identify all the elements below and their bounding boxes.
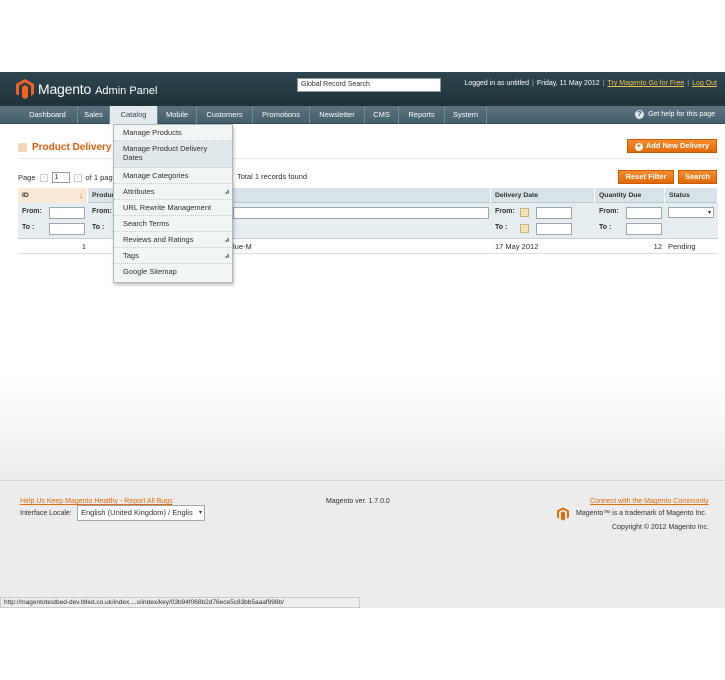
col-quantity-due[interactable]: Quantity Due	[595, 188, 665, 203]
add-new-delivery-label: Add New Delivery	[645, 141, 710, 150]
col-status[interactable]: Status	[665, 188, 718, 203]
nav-system[interactable]: System	[445, 106, 487, 124]
page-title: Product Delivery D	[32, 142, 122, 153]
product-to-label: To :	[92, 224, 105, 231]
nav-sales[interactable]: Sales	[78, 106, 110, 124]
submenu-arrow-icon: ◢	[224, 237, 229, 243]
menu-reviews-label: Reviews and Ratings	[123, 235, 194, 244]
chevron-down-icon: ▾	[707, 210, 711, 216]
try-magento-go-link[interactable]: Try Magento Go for Free	[607, 80, 684, 87]
calendar-icon[interactable]	[520, 208, 529, 217]
global-search-input[interactable]: Global Record Search	[297, 78, 441, 92]
page-title-icon	[18, 143, 27, 152]
menu-attributes-label: Attributes	[123, 187, 155, 196]
nav-newsletter[interactable]: Newsletter	[310, 106, 365, 124]
nav-dashboard[interactable]: Dashboard	[18, 106, 78, 124]
date-to-input[interactable]	[536, 223, 572, 235]
menu-manage-product-delivery-dates[interactable]: Manage Product Delivery Dates	[114, 141, 232, 168]
submenu-arrow-icon: ◢	[224, 189, 229, 195]
page-fade	[0, 380, 725, 480]
add-new-delivery-button[interactable]: + Add New Delivery	[627, 139, 717, 153]
magento-footer-logo-icon	[557, 507, 569, 521]
nav-mobile[interactable]: Mobile	[158, 106, 197, 124]
date-to-label: To :	[495, 224, 508, 231]
menu-manage-products[interactable]: Manage Products	[114, 125, 232, 141]
magento-logo[interactable]: Magento Admin Panel	[16, 77, 157, 101]
community-link[interactable]: Connect with the Magento Community	[590, 498, 709, 505]
nav-cms[interactable]: CMS	[365, 106, 399, 124]
pager-label: Page	[18, 173, 36, 182]
help-icon: ?	[635, 110, 645, 119]
menu-url-rewrite[interactable]: URL Rewrite Management	[114, 200, 232, 216]
reset-filter-button[interactable]: Reset Filter	[618, 170, 674, 184]
nav-catalog[interactable]: Catalog	[110, 106, 158, 124]
nav-customers[interactable]: Customers	[197, 106, 253, 124]
menu-google-sitemap[interactable]: Google Sitemap	[114, 264, 232, 279]
chevron-down-icon: ▾	[198, 510, 202, 516]
cell-delivery-date: 17 May 2012	[495, 242, 539, 251]
search-button[interactable]: Search	[678, 170, 717, 184]
trademark-text: Magento™ is a trademark of Magento Inc.	[576, 510, 707, 517]
id-to-input[interactable]	[49, 223, 85, 235]
menu-attributes[interactable]: Attributes ◢	[114, 184, 232, 200]
col-id-label: ID	[22, 192, 29, 199]
qty-from-input[interactable]	[626, 207, 662, 219]
menu-reviews-ratings[interactable]: Reviews and Ratings ◢	[114, 232, 232, 248]
calendar-icon[interactable]	[520, 224, 529, 233]
version-text: Magento ver. 1.7.0.0	[326, 498, 390, 505]
status-filter-select[interactable]: ▾	[668, 207, 714, 218]
cell-status: Pending	[668, 242, 696, 251]
page-number-input[interactable]: 1	[51, 172, 70, 183]
submenu-arrow-icon: ◢	[224, 253, 229, 259]
catalog-dropdown-menu: Manage Products Manage Product Delivery …	[113, 124, 233, 283]
qty-to-input[interactable]	[626, 223, 662, 235]
browser-status-bar: http://magentotestbed-dev.titled.co.uk/i…	[0, 597, 360, 608]
records-count: Total 1 records found	[237, 172, 308, 181]
id-to-label: To :	[22, 224, 35, 231]
copyright-text: Copyright © 2012 Magento Inc.	[612, 524, 709, 531]
logo-subtitle: Admin Panel	[95, 84, 158, 97]
product-filter-input[interactable]	[233, 207, 489, 219]
date-from-label: From:	[495, 208, 515, 215]
locale-label: Interface Locale:	[20, 510, 72, 517]
logout-link[interactable]: Log Out	[692, 80, 717, 87]
cell-id: 1	[81, 242, 86, 251]
menu-search-terms[interactable]: Search Terms	[114, 216, 232, 232]
cell-product: lue-M	[233, 242, 252, 251]
id-from-label: From:	[22, 208, 42, 215]
help-text: Get help for this page	[648, 111, 715, 118]
plus-icon: +	[634, 143, 643, 151]
logged-in-text: Logged in as untitled	[464, 80, 530, 87]
nav-reports[interactable]: Reports	[399, 106, 445, 124]
menu-tags-label: Tags	[123, 251, 139, 260]
locale-value: English (United Kingdom) / Englis	[81, 508, 193, 517]
col-delivery-date[interactable]: Delivery Date	[491, 188, 595, 203]
header-bar: Magento Admin Panel Global Record Search…	[0, 72, 725, 106]
main-nav: Dashboard Sales Catalog Mobile Customers…	[0, 106, 725, 124]
qty-from-label: From:	[599, 208, 619, 215]
pager-next-icon[interactable]: ›	[73, 173, 82, 182]
menu-manage-categories[interactable]: Manage Categories	[114, 168, 232, 184]
col-id[interactable]: ID ↓	[18, 188, 88, 203]
qty-to-label: To :	[599, 224, 612, 231]
cell-quantity: 12	[653, 242, 662, 251]
locale-select[interactable]: English (United Kingdom) / Englis ▾	[77, 505, 205, 521]
date-from-input[interactable]	[536, 207, 572, 219]
id-from-input[interactable]	[49, 207, 85, 219]
pager: Page ‹ 1 › of 1 pages	[18, 172, 121, 183]
logo-text: Magento	[38, 81, 92, 97]
header-links: Logged in as untitled | Friday, 11 May 201…	[464, 80, 717, 87]
header-date: Friday, 11 May 2012	[536, 80, 600, 87]
menu-tags[interactable]: Tags ◢	[114, 248, 232, 264]
nav-promotions[interactable]: Promotions	[253, 106, 310, 124]
help-link[interactable]: ? Get help for this page	[635, 110, 715, 119]
sort-down-icon: ↓	[79, 191, 83, 200]
pager-prev-icon[interactable]: ‹	[39, 173, 48, 182]
product-from-label: From:	[92, 208, 112, 215]
magento-logo-icon	[16, 79, 34, 99]
report-bugs-link[interactable]: Help Us Keep Magento Healthy - Report Al…	[20, 498, 173, 505]
